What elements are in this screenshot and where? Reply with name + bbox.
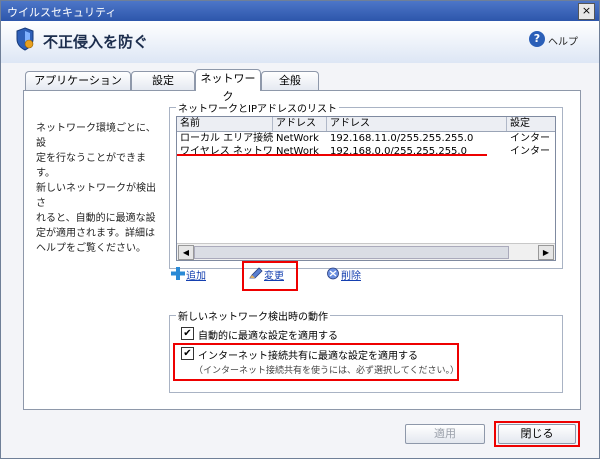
scroll-thumb[interactable] [194, 246, 509, 259]
network-list-legend: ネットワークとIPアドレスのリスト [176, 100, 339, 115]
description-line: ヘルプをご覧ください。 [36, 243, 146, 254]
description-line: れると、自動的に最適な設 [36, 213, 156, 224]
description-line: ネットワーク環境ごとに、設 [36, 123, 156, 149]
description-line: 新しいネットワークが検出さ [36, 183, 156, 209]
add-button[interactable]: 追加 [186, 267, 206, 282]
main-window: ウイルスセキュリティ × 不正侵入を防ぐ ? ヘルプ アプリケーション 設定 ネ… [0, 0, 600, 459]
column-header-setting[interactable]: 設定 [507, 117, 555, 131]
column-header-name[interactable]: 名前 [177, 117, 273, 131]
change-button[interactable]: 変更 [264, 267, 284, 282]
close-button[interactable]: 閉じる [498, 424, 576, 444]
description-line: 定が適用されます。詳細は [36, 228, 155, 239]
row-name: ワイヤレス ネットワ... [180, 146, 273, 157]
tab-general[interactable]: 全般 [261, 71, 319, 90]
column-header-address[interactable]: アドレス [327, 117, 507, 131]
row-address: 192.168.11.0/255.255.255.0 [330, 133, 474, 144]
network-panel: ネットワーク環境ごとに、設 定を行なうことができます。 新しいネットワークが検出… [23, 90, 581, 410]
network-list[interactable]: 名前 アドレス アドレス 設定 ローカル エリア接続 NetWork 192.1… [176, 116, 556, 261]
tab-bar: アプリケーション 設定 ネットワーク 全般 [25, 69, 585, 103]
row-setting: インター [510, 133, 550, 144]
highlight-underline [177, 154, 487, 156]
help-link[interactable]: ヘルプ [548, 33, 578, 48]
window-close-button[interactable]: × [578, 3, 595, 20]
column-header-type[interactable]: アドレス [273, 117, 327, 131]
tab-network[interactable]: ネットワーク [195, 69, 261, 103]
delete-icon[interactable] [326, 267, 340, 280]
window-title: ウイルスセキュリティ [7, 6, 117, 19]
page-title: 不正侵入を防ぐ [43, 33, 149, 51]
ics-label[interactable]: インターネット接続共有に最適な設定を適用する [198, 347, 418, 362]
header: 不正侵入を防ぐ ? ヘルプ [1, 21, 599, 63]
row-type: NetWork [276, 146, 319, 157]
auto-optimal-label[interactable]: 自動的に最適な設定を適用する [198, 327, 338, 342]
auto-optimal-checkbox[interactable]: ✔ [181, 327, 194, 340]
description-text: ネットワーク環境ごとに、設 定を行なうことができます。 新しいネットワークが検出… [36, 121, 164, 256]
description-line: 定を行なうことができます。 [36, 153, 146, 179]
row-name: ローカル エリア接続 [180, 133, 273, 144]
ics-note: （インターネット接続共有を使うには、必ず選択してください。） [194, 366, 459, 376]
ics-checkbox[interactable]: ✔ [181, 347, 194, 360]
add-icon[interactable] [171, 267, 185, 280]
row-address: 192.168.0.0/255.255.255.0 [330, 146, 467, 157]
row-type: NetWork [276, 133, 319, 144]
row-setting: インター [510, 146, 550, 157]
apply-button[interactable]: 適用 [405, 424, 485, 444]
shield-icon [16, 27, 34, 51]
delete-button[interactable]: 削除 [341, 267, 361, 282]
scroll-left-button[interactable]: ◀ [178, 245, 194, 260]
table-row[interactable]: ワイヤレス ネットワ... NetWork 192.168.0.0/255.25… [177, 145, 555, 158]
table-row[interactable]: ローカル エリア接続 NetWork 192.168.11.0/255.255.… [177, 132, 555, 145]
horizontal-scrollbar[interactable]: ◀ ▶ [177, 243, 555, 260]
detection-legend: 新しいネットワーク検出時の動作 [176, 308, 330, 323]
list-header: 名前 アドレス アドレス 設定 [177, 117, 555, 132]
tab-application[interactable]: アプリケーション [25, 71, 131, 90]
edit-icon[interactable] [249, 267, 263, 280]
scroll-right-button[interactable]: ▶ [538, 245, 554, 260]
help-icon[interactable]: ? [529, 31, 545, 47]
tab-settings[interactable]: 設定 [131, 71, 195, 90]
title-bar[interactable]: ウイルスセキュリティ × [1, 1, 599, 21]
